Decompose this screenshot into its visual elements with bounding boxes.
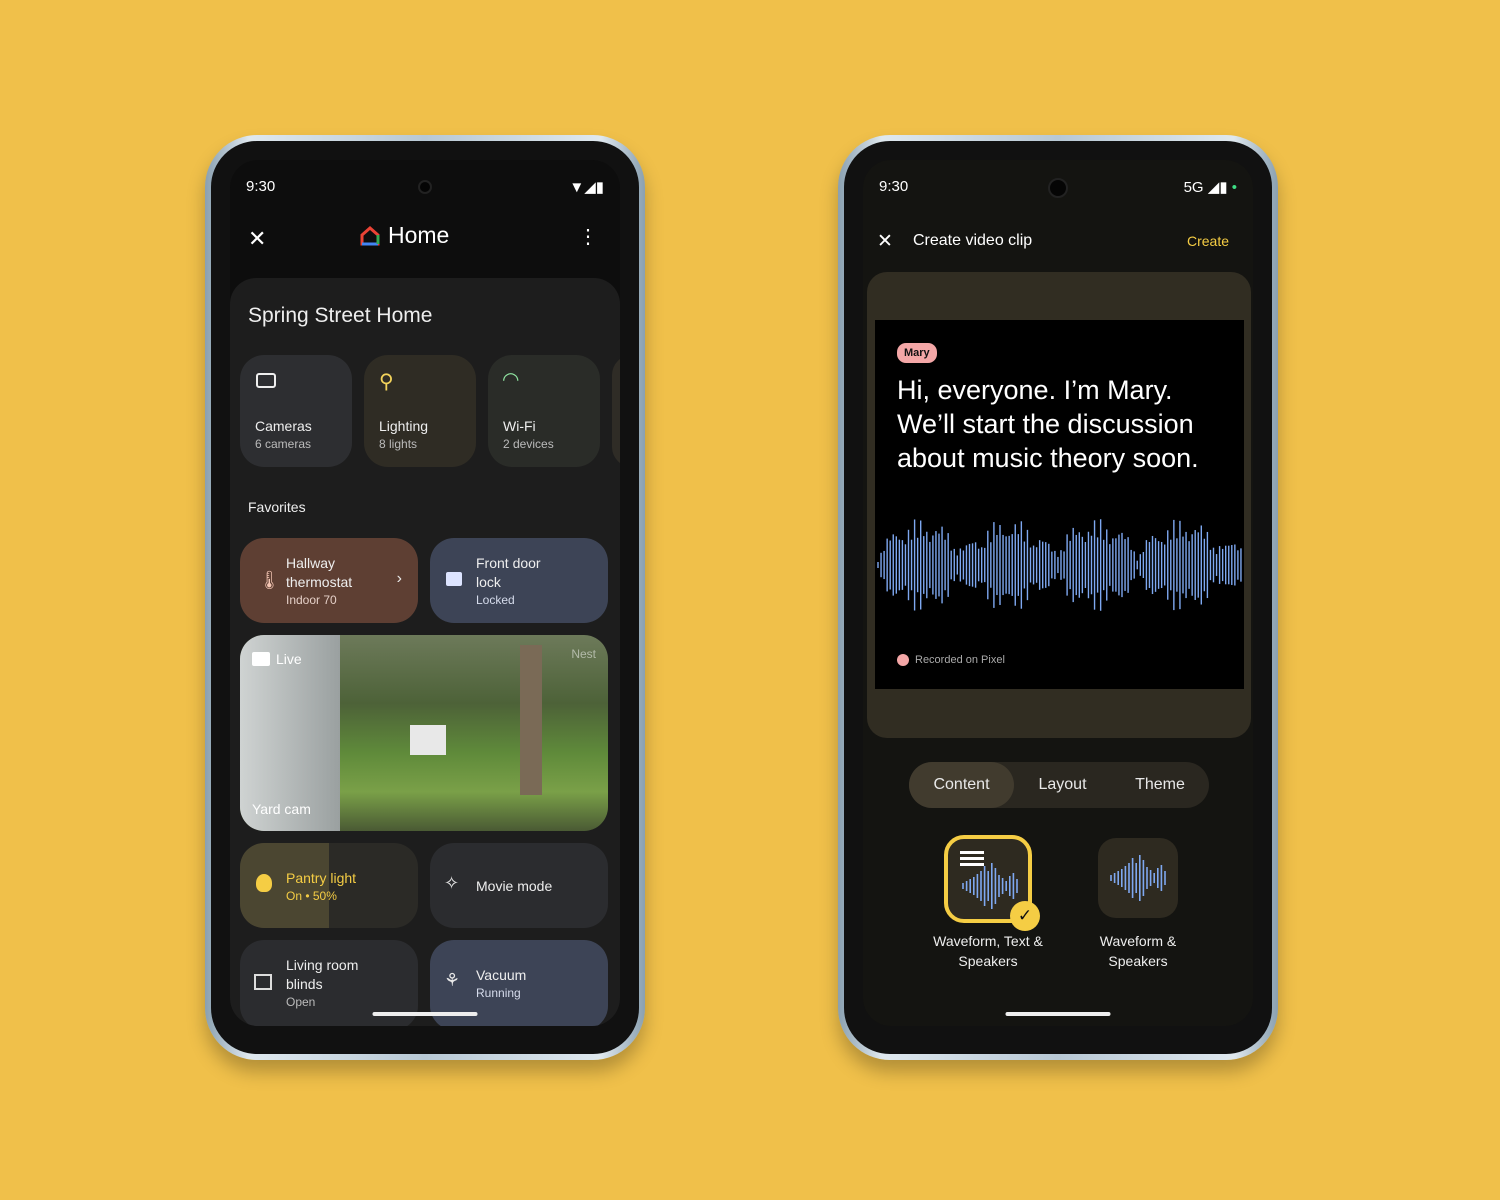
option-thumbnail: ✓ xyxy=(944,835,1040,931)
tile-label: lock xyxy=(476,574,501,590)
chevron-right-icon: › xyxy=(396,570,402,587)
option-thumbnail xyxy=(1098,838,1178,918)
tab-content[interactable]: Content xyxy=(909,762,1014,808)
video-icon xyxy=(252,652,270,666)
tile-sub: On • 50% xyxy=(286,889,337,903)
tab-theme[interactable]: Theme xyxy=(1111,762,1209,808)
front-camera xyxy=(418,180,432,194)
waveform xyxy=(877,519,1242,611)
front-camera xyxy=(1048,178,1068,198)
category-label: Cameras xyxy=(255,418,312,434)
category-lighting[interactable]: ⚲ Lighting 8 lights xyxy=(364,355,476,467)
create-button[interactable]: Create xyxy=(1187,233,1229,249)
category-wifi[interactable]: ◠ Wi-Fi 2 devices xyxy=(488,355,600,467)
option-waveform-text-speakers[interactable]: ✓ Waveform, Text & Speakers xyxy=(923,835,1053,971)
tile-sub: Indoor 70 xyxy=(286,593,337,607)
option-waveform-speakers[interactable]: Waveform & Speakers xyxy=(1073,838,1203,971)
category-cameras[interactable]: Cameras 6 cameras xyxy=(240,355,352,467)
transcript-text: Hi, everyone. I’m Mary. We’ll start the … xyxy=(897,375,1199,473)
option-label: Waveform, Text & Speakers xyxy=(933,933,1043,969)
status-icons: ▼◢▮ xyxy=(569,179,604,196)
check-icon: ✓ xyxy=(1010,901,1040,931)
blinds-icon xyxy=(254,974,272,990)
camera-feed-yard[interactable]: Live Nest Yard cam xyxy=(240,635,608,831)
category-label: Wi-Fi xyxy=(503,418,536,434)
tab-bar: Content Layout Theme xyxy=(909,762,1209,808)
tile-label: thermostat xyxy=(286,574,353,590)
screen-title: Create video clip xyxy=(913,232,1033,249)
movie-mode-tile[interactable]: ✧ Movie mode xyxy=(430,843,608,928)
home-panel: Spring Street Home Cameras 6 cameras ⚲ Li… xyxy=(230,278,620,1026)
category-sub: 6 cameras xyxy=(255,437,312,451)
tab-layout[interactable]: Layout xyxy=(1014,762,1111,808)
vacuum-icon: ⚘ xyxy=(444,970,461,990)
clip-preview: Mary Hi, everyone. I’m Mary. We’ll start… xyxy=(875,320,1244,689)
tree-trunk xyxy=(520,645,542,795)
status-time: 9:30 xyxy=(246,178,276,195)
live-label: Live xyxy=(276,651,302,667)
tile-label: Hallway xyxy=(286,555,336,571)
sparkle-icon: ✧ xyxy=(444,873,460,893)
option-label: Waveform & Speakers xyxy=(1099,933,1177,969)
lightbulb-icon xyxy=(256,874,272,892)
tile-label: Movie mode xyxy=(476,878,553,894)
category-sub: 8 lights xyxy=(379,437,418,451)
tile-sub: Locked xyxy=(476,593,515,607)
wifi-icon: ◠ xyxy=(502,369,520,391)
recorder-icon xyxy=(897,654,909,666)
gesture-bar[interactable] xyxy=(372,1012,478,1016)
network-label: 5G xyxy=(1183,179,1204,196)
tile-label: blinds xyxy=(286,976,323,992)
category-label: Lighting xyxy=(379,418,429,434)
phone-home: 9:30 ▼◢▮ ✕ Home ⋮ Spring Street Home Came… xyxy=(205,135,645,1060)
phone-recorder: 9:30 5G ◢▮ • ✕ Create video clip Create M… xyxy=(838,135,1278,1060)
thermostat-tile[interactable]: 🌡 Hallway thermostat Indoor 70 › xyxy=(240,538,418,623)
close-icon[interactable]: ✕ xyxy=(877,230,893,253)
status-time: 9:30 xyxy=(879,178,909,195)
thermometer-icon: 🌡 xyxy=(258,570,281,590)
lock-icon xyxy=(446,572,462,586)
lamp-icon: ⚲ xyxy=(379,371,394,393)
page-title: Home xyxy=(388,222,450,248)
tile-sub: Open xyxy=(286,995,316,1009)
favorites-label: Favorites xyxy=(248,499,306,515)
tile-label: Front door xyxy=(476,555,541,571)
recorded-label: Recorded on Pixel xyxy=(915,654,1005,666)
waveform-icon xyxy=(962,863,1018,909)
tile-label: Vacuum xyxy=(476,967,527,983)
category-sub: 2 devices xyxy=(503,437,554,451)
status-icons: 5G ◢▮ • xyxy=(1183,179,1237,196)
home-name: Spring Street Home xyxy=(248,304,433,327)
dog-house xyxy=(410,725,446,755)
gesture-bar[interactable] xyxy=(1005,1012,1111,1016)
more-options-icon[interactable]: ⋮ xyxy=(578,224,598,249)
category-more[interactable] xyxy=(612,355,620,467)
tile-sub: Running xyxy=(476,986,521,1000)
tile-label: Living room xyxy=(286,957,359,973)
google-home-logo-icon xyxy=(360,225,380,245)
app-header: Home xyxy=(360,222,449,249)
close-icon[interactable]: ✕ xyxy=(248,226,266,252)
tile-label: Pantry light xyxy=(286,870,357,886)
camera-name: Yard cam xyxy=(252,801,311,817)
speaker-chip: Mary xyxy=(897,343,937,363)
nest-watermark: Nest xyxy=(571,647,596,661)
camera-icon xyxy=(256,373,276,388)
waveform-icon xyxy=(1110,855,1166,901)
preview-panel: Mary Hi, everyone. I’m Mary. We’ll start… xyxy=(867,272,1251,738)
pantry-light-tile[interactable]: Pantry light On • 50% xyxy=(240,843,418,928)
lock-tile[interactable]: Front door lock Locked xyxy=(430,538,608,623)
text-lines-icon xyxy=(960,851,984,854)
